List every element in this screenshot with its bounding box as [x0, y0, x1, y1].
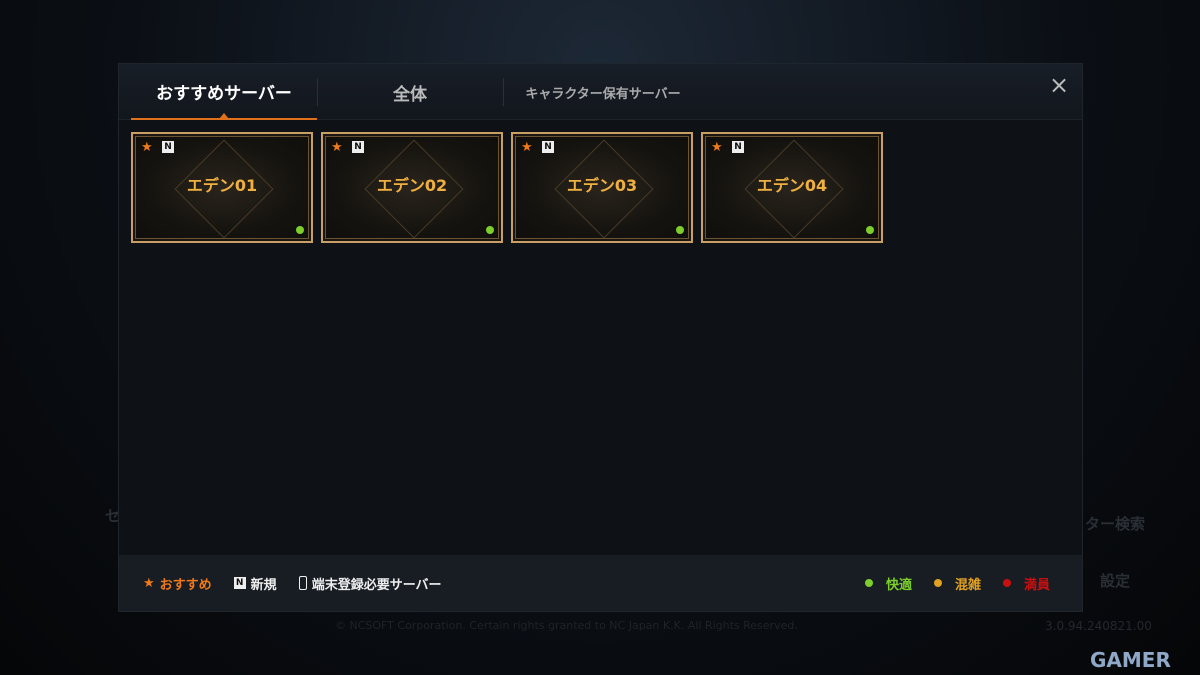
new-badge: N — [542, 141, 554, 153]
legend-status-full: 満員 — [1002, 574, 1050, 593]
server-card[interactable]: ★ N エデン04 — [701, 132, 883, 243]
tab-all[interactable]: 全体 — [317, 64, 503, 120]
star-icon: ★ — [521, 140, 533, 155]
legend-recommended: ★ おすすめ — [143, 574, 212, 593]
bg-character-search: ター検索 — [1085, 515, 1146, 533]
status-dot-icon — [486, 226, 494, 234]
new-badge: N — [352, 141, 364, 153]
status-dot-icon — [866, 226, 874, 234]
server-card[interactable]: ★ N エデン02 — [321, 132, 503, 243]
new-badge: N — [162, 141, 174, 153]
legend-status-comfortable: 快適 — [864, 574, 912, 593]
status-dot-icon — [676, 226, 684, 234]
server-card[interactable]: ★ N エデン03 — [511, 132, 693, 243]
new-badge: N — [732, 141, 744, 153]
server-card[interactable]: ★ N エデン01 — [131, 132, 313, 243]
new-badge: N — [233, 577, 246, 589]
legend-label: 満員 — [1023, 577, 1050, 593]
version: 3.0.94.240821.00 — [1045, 619, 1152, 633]
legend-new: N 新規 — [233, 574, 277, 593]
server-name: エデン01 — [186, 176, 258, 195]
status-dot-icon — [933, 579, 942, 587]
legend-status-busy: 混雑 — [933, 574, 981, 593]
server-name: エデン04 — [756, 176, 828, 195]
status-dot-icon — [296, 226, 304, 234]
copyright: © NCSOFT Corporation. Certain rights gra… — [335, 619, 798, 632]
star-icon: ★ — [711, 140, 723, 155]
legend-label: 混雑 — [954, 577, 981, 593]
close-icon[interactable]: × — [1048, 73, 1070, 97]
status-dot-icon — [1002, 579, 1011, 587]
server-name: エデン02 — [376, 176, 448, 195]
bg-settings: 設定 — [1100, 572, 1131, 590]
tab-character-servers[interactable]: キャラクター保有サーバー — [503, 64, 703, 120]
server-select-modal: おすすめサーバー 全体 キャラクター保有サーバー × (function(){ … — [118, 63, 1083, 612]
tab-bar: おすすめサーバー 全体 キャラクター保有サーバー × — [119, 64, 1082, 120]
legend-label: 快適 — [885, 577, 912, 593]
tab-label: おすすめサーバー — [156, 83, 292, 104]
legend-bar: ★ おすすめ N 新規 端末登録必要サーバー 快適 混雑 満員 — [119, 555, 1082, 611]
tab-label: 全体 — [393, 84, 427, 105]
legend-label: 新規 — [250, 577, 277, 593]
phone-icon — [298, 576, 307, 590]
star-icon: ★ — [143, 575, 155, 591]
server-list: (function(){ const d=JSON.parse(document… — [131, 132, 883, 243]
status-dot-icon — [864, 579, 873, 587]
legend-device: 端末登録必要サーバー — [298, 574, 442, 593]
server-name: エデン03 — [566, 176, 638, 195]
star-icon: ★ — [141, 140, 153, 155]
tab-label: キャラクター保有サーバー — [525, 86, 681, 102]
star-icon: ★ — [331, 140, 343, 155]
legend-label: 端末登録必要サーバー — [311, 577, 442, 593]
legend-label: おすすめ — [159, 577, 212, 593]
watermark-logo: GAMER — [1090, 648, 1171, 672]
active-caret-icon — [219, 113, 229, 119]
tab-recommended[interactable]: おすすめサーバー — [131, 64, 317, 120]
